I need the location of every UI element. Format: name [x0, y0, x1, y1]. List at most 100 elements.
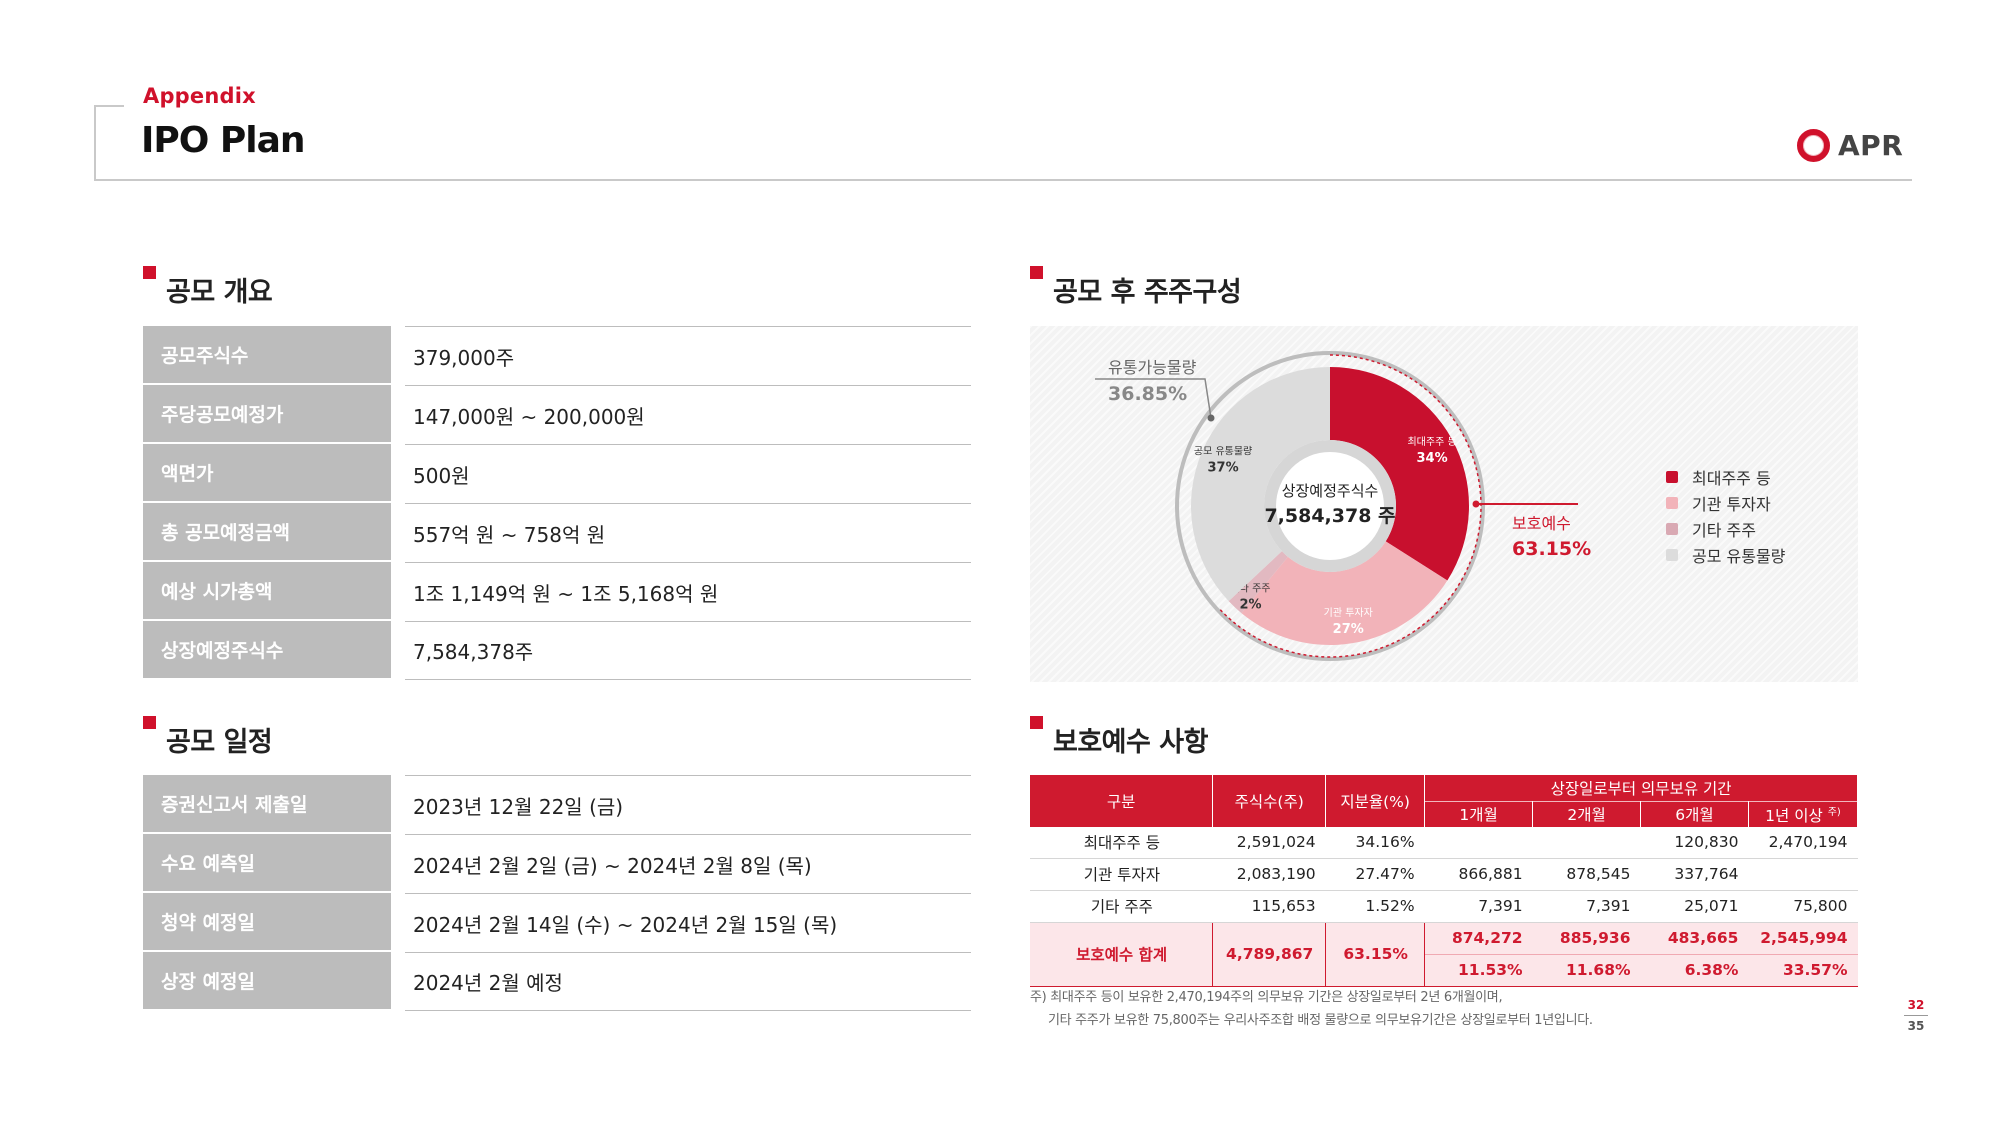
row-category: 최대주주 등 [1030, 826, 1213, 859]
footnote-line-2: 기타 주주가 보유한 75,800주는 우리사주조합 배정 물량으로 의무보유기… [1048, 1013, 1593, 1028]
header-period-group: 상장일로부터 의무보유 기간 [1424, 775, 1858, 801]
row-category: 기관 투자자 [1030, 858, 1213, 891]
section-marker-icon [143, 716, 156, 729]
table-row: 총 공모예정금액 557억 원 ~ 758억 원 [143, 503, 971, 562]
legend-swatch-icon [1666, 523, 1678, 535]
header-divider [94, 179, 1912, 181]
center-value: 7,584,378 주 [1264, 505, 1395, 527]
lockup-heading: 보호예수 사항 [1030, 716, 1208, 759]
row-label: 증권신고서 제출일 [143, 775, 391, 832]
page-divider [1904, 1015, 1928, 1016]
total-ratio: 63.15% [1325, 921, 1426, 987]
legend-swatch-icon [1666, 497, 1678, 509]
total-6-months-pct: 6.38% [1640, 954, 1749, 987]
total-shares: 4,789,867 [1212, 921, 1327, 987]
total-1-year-pct: 33.57% [1748, 954, 1858, 987]
row-ratio: 34.16% [1325, 826, 1425, 859]
row-1-month [1424, 826, 1533, 859]
header-frame-line [94, 105, 96, 181]
row-shares: 2,591,024 [1212, 826, 1326, 859]
row-value: 147,000원 ~ 200,000원 [405, 385, 971, 444]
legend-label: 최대주주 등 [1692, 469, 1771, 488]
row-value: 2023년 12월 22일 (금) [405, 775, 971, 834]
section-title: 공모 일정 [166, 727, 273, 758]
slice-value-label: 37% [1208, 461, 1239, 476]
row-value: 7,584,378주 [405, 621, 971, 680]
slice-value-label: 27% [1333, 622, 1364, 637]
section-title: 보호예수 사항 [1053, 727, 1208, 758]
page-total: 35 [1907, 1019, 1925, 1033]
row-value: 379,000주 [405, 326, 971, 385]
slice-value-label: 34% [1417, 451, 1448, 466]
legend-label: 공모 유통물량 [1692, 547, 1786, 566]
row-label: 주당공모예정가 [143, 385, 391, 442]
table-row: 주당공모예정가 147,000원 ~ 200,000원 [143, 385, 971, 444]
row-value: 2024년 2월 14일 (수) ~ 2024년 2월 15일 (목) [405, 893, 971, 952]
offering-schedule-table: 증권신고서 제출일 2023년 12월 22일 (금) 수요 예측일 2024년… [143, 775, 971, 1011]
float-leader-dot [1207, 414, 1215, 422]
legend-label: 기타 주주 [1692, 521, 1756, 540]
row-2-months: 7,391 [1532, 890, 1641, 923]
footnote-line-1: 주) 최대주주 등이 보유한 2,470,194주의 의무보유 기간은 상장일로… [1030, 990, 1503, 1005]
logo-text: APR [1838, 128, 1904, 162]
page-title: IPO Plan [141, 120, 306, 161]
header-frame-line [94, 105, 124, 107]
row-6-months: 25,071 [1640, 890, 1749, 923]
row-label: 수요 예측일 [143, 834, 391, 891]
total-1-month: 874,272 [1424, 921, 1533, 955]
table-row: 기타 주주 115,653 1.52% 7,391 7,391 25,071 7… [1030, 890, 1858, 923]
logo-ring-icon [1797, 128, 1830, 162]
section-marker-icon [143, 266, 156, 279]
page-indicator: 32 35 [1904, 998, 1928, 1033]
row-label: 상장 예정일 [143, 952, 391, 1009]
row-label: 액면가 [143, 444, 391, 501]
table-row: 공모주식수 379,000주 [143, 326, 971, 385]
row-category: 기타 주주 [1030, 890, 1213, 923]
section-label: Appendix [143, 84, 256, 108]
row-ratio: 27.47% [1325, 858, 1425, 891]
header-2-months: 2개월 [1532, 800, 1642, 827]
offering-overview-heading: 공모 개요 [143, 266, 273, 309]
header-ratio: 지분율(%) [1325, 775, 1426, 827]
lockup-label: 보호예수 [1512, 514, 1571, 533]
row-label: 공모주식수 [143, 326, 391, 383]
legend-swatch-icon [1666, 549, 1678, 561]
page-current: 32 [1907, 998, 1925, 1012]
table-row: 기관 투자자 2,083,190 27.47% 866,881 878,545 … [1030, 858, 1858, 891]
header-6-months: 6개월 [1640, 800, 1749, 827]
row-1-year: 75,800 [1748, 890, 1858, 923]
row-label: 총 공모예정금액 [143, 503, 391, 560]
legend-swatch-icon [1666, 471, 1678, 483]
section-marker-icon [1030, 716, 1043, 729]
row-shares: 115,653 [1212, 890, 1326, 923]
lockup-leader-dot [1472, 500, 1480, 508]
row-1-year: 2,470,194 [1748, 826, 1858, 859]
section-marker-icon [1030, 266, 1043, 279]
section-title: 공모 후 주주구성 [1053, 277, 1242, 308]
legend-item: 기관 투자자 [1666, 490, 1785, 516]
company-logo: APR [1797, 123, 1903, 167]
row-value: 2024년 2월 2일 (금) ~ 2024년 2월 8일 (목) [405, 834, 971, 893]
slice-value-label: 2% [1239, 598, 1261, 613]
table-row: 예상 시가총액 1조 1,149억 원 ~ 1조 5,168억 원 [143, 562, 971, 621]
table-row: 상장 예정일 2024년 2월 예정 [143, 952, 971, 1011]
header-shares: 주식수(주) [1212, 775, 1327, 827]
float-value: 36.85% [1108, 383, 1187, 405]
float-label: 유통가능물량 [1108, 358, 1197, 377]
offering-schedule-heading: 공모 일정 [143, 716, 273, 759]
row-shares: 2,083,190 [1212, 858, 1326, 891]
header-1-year-label: 1년 이상 [1765, 806, 1823, 825]
offering-overview-table: 공모주식수 379,000주 주당공모예정가 147,000원 ~ 200,00… [143, 326, 971, 680]
header-1-year: 1년 이상 주) [1748, 800, 1859, 827]
row-value: 2024년 2월 예정 [405, 952, 971, 1011]
table-row: 최대주주 등 2,591,024 34.16% 120,830 2,470,19… [1030, 826, 1858, 859]
total-row: 보호예수 합계 4,789,867 63.15% 874,272 885,936… [1030, 921, 1858, 987]
total-2-months: 885,936 [1532, 921, 1641, 955]
legend-item: 공모 유통물량 [1666, 542, 1785, 568]
row-value: 1조 1,149억 원 ~ 1조 5,168억 원 [405, 562, 971, 621]
slice-category-label: 공모 유통물량 [1194, 446, 1252, 458]
legend-label: 기관 투자자 [1692, 495, 1771, 514]
header-category: 구분 [1030, 775, 1214, 827]
footnote-marker: 주) [1827, 806, 1841, 818]
row-2-months: 878,545 [1532, 858, 1641, 891]
